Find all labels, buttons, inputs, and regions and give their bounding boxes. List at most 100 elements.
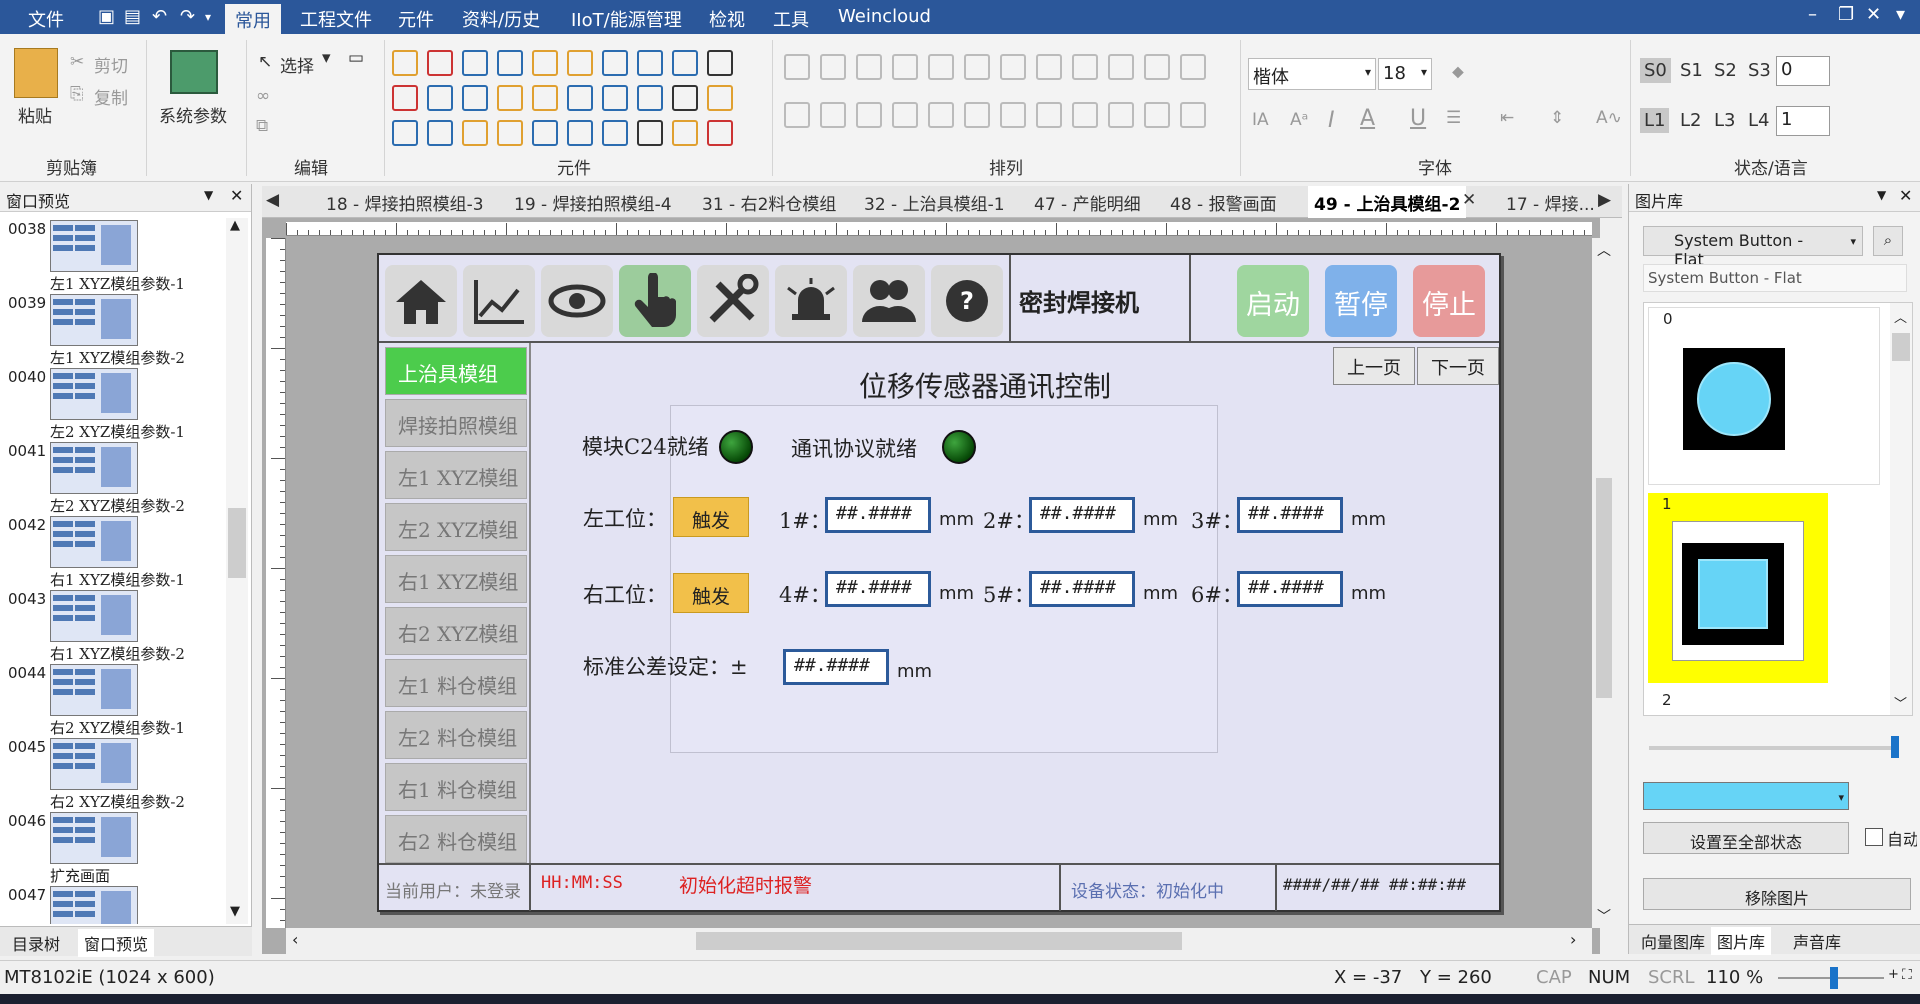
window-thumbnail[interactable]: 0042 右1 XYZ模组参数-1 — [0, 514, 230, 589]
canvas-vertical-scrollbar[interactable]: ︿ ﹀ — [1592, 238, 1616, 928]
browse-library-icon[interactable]: ⌕ — [1873, 226, 1903, 256]
pause-button[interactable]: 暂停 — [1325, 265, 1397, 337]
scroll-thumb[interactable] — [228, 508, 246, 578]
menu-tab-data-history[interactable]: 资料/历史 — [462, 6, 540, 32]
panel-menu-icon[interactable]: ▼ — [1877, 188, 1886, 202]
arrange-tool-icon[interactable] — [1072, 54, 1098, 80]
window-thumbnail[interactable]: 0039 左1 XYZ模组参数-2 — [0, 292, 230, 367]
component-tool-icon[interactable] — [637, 50, 663, 76]
component-tool-icon[interactable] — [672, 50, 698, 76]
arrange-tool-icon[interactable] — [856, 54, 882, 80]
arrange-tool-icon[interactable] — [820, 102, 846, 128]
tolerance-value[interactable]: ##.#### — [783, 649, 889, 685]
size-slider-handle[interactable] — [1891, 736, 1899, 758]
settings-button[interactable] — [697, 265, 769, 337]
tabs-scroll-right-icon[interactable]: ▶ — [1598, 190, 1611, 210]
component-tool-icon[interactable] — [707, 120, 733, 146]
side-menu-item[interactable]: 左1 料仓模组 — [385, 659, 527, 707]
component-tool-icon[interactable] — [602, 85, 628, 111]
redo-icon[interactable]: ↷ — [180, 6, 195, 27]
ch4-value[interactable]: ##.#### — [825, 571, 931, 607]
arrange-tool-icon[interactable] — [856, 102, 882, 128]
duplicate-icon[interactable]: ⧉ — [256, 116, 268, 136]
select-button[interactable]: 选择 — [280, 52, 314, 77]
arrange-tool-icon[interactable] — [1180, 102, 1206, 128]
arrange-tool-icon[interactable] — [1036, 102, 1062, 128]
component-tool-icon[interactable] — [462, 50, 488, 76]
panel-menu-icon[interactable]: ▼ — [204, 188, 213, 202]
ch3-value[interactable]: ##.#### — [1237, 497, 1343, 533]
window-thumbnail[interactable]: 0043 右1 XYZ模组参数-2 — [0, 588, 230, 663]
scroll-thumb[interactable] — [1892, 333, 1910, 361]
menu-tab-view[interactable]: 检视 — [709, 6, 745, 32]
monitor-button[interactable] — [541, 265, 613, 337]
auto-checkbox[interactable] — [1865, 828, 1883, 846]
arrange-tool-icon[interactable] — [1144, 54, 1170, 80]
lang-l4[interactable]: L4 — [1748, 110, 1769, 131]
remove-picture-button[interactable]: 移除图片 — [1643, 878, 1911, 910]
alarm-button[interactable] — [775, 265, 847, 337]
component-tool-icon[interactable] — [637, 120, 663, 146]
side-menu-item[interactable]: 左2 XYZ模组 — [385, 503, 527, 551]
component-tool-icon[interactable] — [497, 50, 523, 76]
lang-l3[interactable]: L3 — [1714, 110, 1735, 131]
font-color-icon[interactable]: A — [1360, 106, 1375, 131]
doc-tab[interactable]: 32 - 上治具模组-1 — [864, 190, 1005, 215]
indent-icon[interactable]: ⇤ — [1500, 108, 1514, 128]
arrange-tool-icon[interactable] — [1072, 102, 1098, 128]
thumbnail-scrollbar[interactable]: ▲ ▼ — [226, 218, 248, 924]
text-effect-icon[interactable]: A∿ — [1596, 108, 1622, 128]
fit-icon[interactable]: ⛶ — [1902, 967, 1912, 983]
menu-tab-tools[interactable]: 工具 — [773, 6, 809, 32]
menu-tab-objects[interactable]: 元件 — [398, 6, 434, 32]
picture-item-0[interactable]: 0 — [1648, 307, 1880, 485]
component-tool-icon[interactable] — [427, 50, 453, 76]
window-thumbnail[interactable]: 0045 右2 XYZ模组参数-2 — [0, 736, 230, 811]
component-tool-icon[interactable] — [707, 50, 733, 76]
tab-directory-tree[interactable]: 目录树 — [12, 931, 60, 955]
system-params-button[interactable]: 系统参数 — [159, 102, 227, 127]
component-tool-icon[interactable] — [602, 120, 628, 146]
minimize-icon[interactable]: – — [1808, 4, 1817, 25]
component-tool-icon[interactable] — [497, 120, 523, 146]
tab-sound-library[interactable]: 声音库 — [1793, 929, 1841, 953]
picture-item-1[interactable]: 1 — [1648, 493, 1828, 683]
undo-icon[interactable]: ↶ — [152, 6, 167, 27]
component-tool-icon[interactable] — [497, 85, 523, 111]
font-name-select[interactable]: 楷体 ▾ — [1248, 58, 1376, 90]
component-tool-icon[interactable] — [392, 50, 418, 76]
side-menu-item[interactable]: 焊接拍照模组 — [385, 399, 527, 447]
doc-tab[interactable]: 47 - 产能明细 — [1034, 190, 1141, 215]
copy-button[interactable]: 复制 — [94, 84, 128, 109]
tab-window-preview[interactable]: 窗口预览 — [78, 929, 155, 957]
component-tool-icon[interactable] — [672, 120, 698, 146]
arrange-tool-icon[interactable] — [1036, 54, 1062, 80]
quick-access-dropdown-icon[interactable]: ▾ — [205, 10, 211, 24]
component-tool-icon[interactable] — [427, 85, 453, 111]
state-s2[interactable]: S2 — [1714, 60, 1737, 81]
component-tool-icon[interactable] — [602, 50, 628, 76]
hmi-screen[interactable]: ? 密封焊接机 启动 暂停 停止 上一页 下一页 位移传感器通讯控制 模块C24… — [377, 253, 1501, 912]
ch5-value[interactable]: ##.#### — [1029, 571, 1135, 607]
canvas-horizontal-scrollbar[interactable]: ‹ › — [286, 928, 1592, 954]
component-tool-icon[interactable] — [532, 120, 558, 146]
window-icon[interactable]: ▭ — [348, 48, 364, 68]
doc-tab[interactable]: 19 - 焊接拍照模组-4 — [514, 190, 672, 215]
side-menu-item[interactable]: 上治具模组 — [385, 347, 527, 395]
manual-button[interactable] — [619, 265, 691, 337]
scroll-thumb[interactable] — [1596, 478, 1612, 698]
component-tool-icon[interactable] — [707, 85, 733, 111]
arrange-tool-icon[interactable] — [964, 54, 990, 80]
window-thumbnail[interactable]: 0041 左2 XYZ模组参数-2 — [0, 440, 230, 515]
ch6-value[interactable]: ##.#### — [1237, 571, 1343, 607]
arrange-tool-icon[interactable] — [1180, 54, 1206, 80]
menu-tab-common[interactable]: 常用 — [225, 4, 281, 34]
component-tool-icon[interactable] — [567, 120, 593, 146]
side-menu-item[interactable]: 右1 XYZ模组 — [385, 555, 527, 603]
menu-tab-project[interactable]: 工程文件 — [300, 6, 372, 32]
doc-tab[interactable]: 48 - 报警画面 — [1170, 190, 1277, 215]
close-icon[interactable]: ✕ — [1866, 4, 1881, 25]
menu-file[interactable]: 文件 — [28, 6, 64, 32]
size-slider[interactable] — [1649, 746, 1893, 750]
system-params-icon[interactable] — [170, 50, 218, 94]
